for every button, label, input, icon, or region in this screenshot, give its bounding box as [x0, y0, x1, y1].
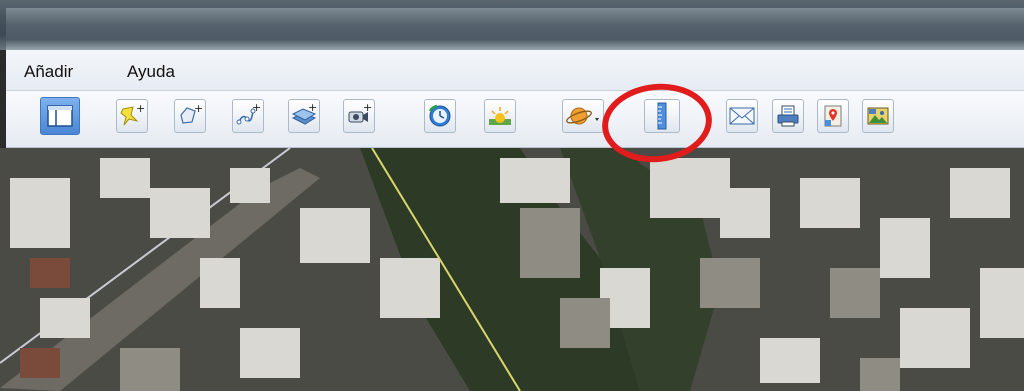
- sun-icon: [489, 107, 511, 125]
- menu-anadir[interactable]: Añadir: [24, 62, 73, 82]
- envelope-icon: [729, 107, 755, 125]
- window-title-bar: [0, 0, 1024, 50]
- svg-text:+: +: [136, 103, 145, 115]
- svg-text:+: +: [194, 103, 203, 115]
- polygon-plus-icon: +: [180, 103, 203, 124]
- camera-plus-icon: +: [348, 103, 372, 123]
- add-path-button[interactable]: +: [232, 99, 264, 133]
- image-icon: [867, 107, 889, 125]
- path-plus-icon: +: [236, 103, 261, 125]
- add-placemark-button[interactable]: +: [116, 99, 148, 133]
- overlay-plus-icon: +: [291, 103, 317, 125]
- sidebar-icon: [47, 105, 73, 127]
- planet-icon: [566, 107, 599, 125]
- pushpin-plus-icon: +: [120, 103, 145, 126]
- print-button[interactable]: [772, 99, 804, 133]
- view-in-maps-button[interactable]: [817, 99, 849, 133]
- toolbar: + + + + +: [6, 91, 1024, 148]
- sidebar-toggle-button[interactable]: [40, 97, 80, 135]
- svg-text:+: +: [252, 103, 261, 114]
- map-view[interactable]: [0, 148, 1024, 391]
- historical-imagery-button[interactable]: [424, 99, 456, 133]
- svg-text:+: +: [308, 103, 317, 114]
- clock-icon: [428, 104, 451, 127]
- switch-planet-button[interactable]: [562, 99, 604, 133]
- add-polygon-button[interactable]: +: [174, 99, 206, 133]
- menu-bar: Añadir Ayuda: [6, 50, 1024, 91]
- printer-icon: [777, 105, 799, 127]
- add-image-overlay-button[interactable]: +: [288, 99, 320, 133]
- save-image-button[interactable]: [862, 99, 894, 133]
- record-tour-button[interactable]: +: [343, 99, 375, 133]
- sunlight-button[interactable]: [484, 99, 516, 133]
- svg-text:+: +: [363, 103, 372, 114]
- aerial-imagery: [0, 148, 1024, 391]
- maps-icon: [824, 105, 842, 127]
- email-button[interactable]: [726, 99, 758, 133]
- title-bar-glass: [6, 8, 1024, 50]
- menu-ayuda[interactable]: Ayuda: [127, 62, 175, 82]
